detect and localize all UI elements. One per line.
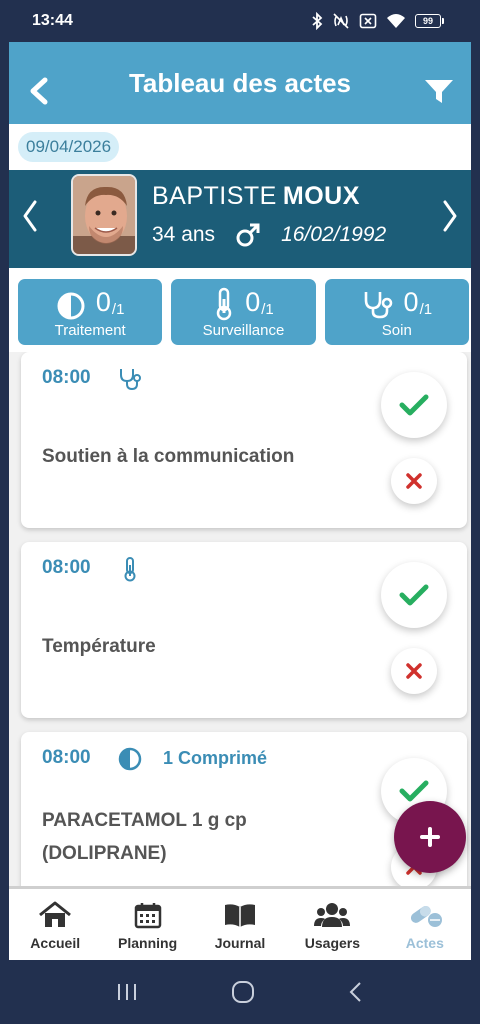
app-screen: 13:44 99 Tableau des actes 09/04/2026 BA… xyxy=(0,0,480,1024)
tile-soin[interactable]: 0/1 Soin xyxy=(324,279,469,345)
close-box-icon xyxy=(359,13,377,29)
frame-edge-left xyxy=(0,0,9,1024)
page-title: Tableau des actes xyxy=(128,67,352,98)
home-circle-icon[interactable] xyxy=(231,980,255,1004)
avatar xyxy=(71,174,137,256)
act-card[interactable]: 08:00 Soutien à la communication xyxy=(21,352,467,528)
users-icon xyxy=(314,903,351,927)
nav-usagers[interactable]: Usagers xyxy=(286,889,378,960)
book-icon xyxy=(225,904,256,927)
pills-icon xyxy=(410,905,442,927)
stethoscope-icon xyxy=(364,292,392,319)
tile-total: /1 xyxy=(419,301,433,318)
cancel-button[interactable] xyxy=(391,458,437,504)
tile-total: /1 xyxy=(111,301,125,318)
plus-icon xyxy=(420,827,440,847)
nav-label: Journal xyxy=(214,935,266,951)
vibrate-off-icon xyxy=(333,13,349,29)
check-icon xyxy=(399,780,429,802)
tile-count: 0 xyxy=(403,287,419,317)
previous-patient-button[interactable] xyxy=(17,196,43,236)
patient-last-name: MOUX xyxy=(282,182,360,210)
nav-accueil[interactable]: Accueil xyxy=(9,889,101,960)
male-icon xyxy=(236,223,260,247)
patient-info: 34 ans 16/02/1992 xyxy=(152,222,386,248)
act-label: PARACETAMOL 1 g cp (DOLIPRANE) xyxy=(42,804,247,870)
act-card[interactable]: 08:00 Température xyxy=(21,542,467,718)
bottom-nav: Accueil Planning Journal Usagers Actes xyxy=(9,886,471,960)
tile-count: 0 xyxy=(245,287,261,317)
bluetooth-icon xyxy=(312,12,323,30)
nav-label: Actes xyxy=(405,935,444,951)
patient-first-name: BAPTISTE xyxy=(152,182,277,210)
close-icon xyxy=(406,473,422,489)
half-circle-icon xyxy=(57,292,85,320)
battery-icon: 99 xyxy=(415,14,444,28)
tile-label: Surveillance xyxy=(202,322,285,339)
nav-journal[interactable]: Journal xyxy=(194,889,286,960)
check-icon xyxy=(399,584,429,606)
act-label: Température xyxy=(42,636,156,657)
nav-label: Planning xyxy=(118,935,178,951)
next-patient-button[interactable] xyxy=(437,196,463,236)
patient-banner: BAPTISTE MOUX 34 ans 16/02/1992 xyxy=(9,170,471,268)
home-icon xyxy=(39,901,72,927)
close-icon xyxy=(406,663,422,679)
status-time: 13:44 xyxy=(32,12,73,29)
nav-planning[interactable]: Planning xyxy=(101,889,193,960)
recent-apps-icon[interactable] xyxy=(116,982,138,1002)
act-quantity: 1 Comprimé xyxy=(163,748,268,768)
patient-name: BAPTISTE MOUX xyxy=(152,182,360,211)
chevron-left-icon xyxy=(30,77,48,105)
back-arrow-icon[interactable] xyxy=(348,981,364,1003)
tile-count: 0 xyxy=(95,287,111,317)
tile-traitement[interactable]: 0/1 Traitement xyxy=(18,279,163,345)
thermometer-icon xyxy=(124,557,136,582)
tile-total: /1 xyxy=(261,301,274,318)
patient-age: 34 ans xyxy=(152,223,216,246)
cancel-button[interactable] xyxy=(391,648,437,694)
battery-level: 99 xyxy=(415,14,441,28)
app-header: Tableau des actes xyxy=(9,42,471,124)
act-label: Soutien à la communication xyxy=(42,446,295,467)
filter-button[interactable] xyxy=(423,78,455,106)
system-nav-bar xyxy=(0,960,480,1024)
filter-icon xyxy=(425,80,453,103)
act-time: 08:00 xyxy=(42,747,91,768)
tile-surveillance[interactable]: 0/1 Surveillance xyxy=(171,279,316,345)
frame-edge-right xyxy=(471,0,480,1024)
validate-button[interactable] xyxy=(381,372,447,438)
tile-label: Traitement xyxy=(54,322,126,339)
act-label-line: (DOLIPRANE) xyxy=(42,843,167,864)
act-card[interactable]: 08:00 1 Comprimé PARACETAMOL 1 g cp (DOL… xyxy=(21,732,467,886)
act-label-line: PARACETAMOL 1 g cp xyxy=(42,810,247,831)
nav-actes[interactable]: Actes xyxy=(379,889,471,960)
status-icons: 99 xyxy=(311,12,444,30)
tile-label: Soin xyxy=(381,322,412,339)
acts-list[interactable]: 08:00 Soutien à la communication 08:00 T… xyxy=(9,352,471,886)
back-button[interactable] xyxy=(25,76,53,106)
nav-label: Accueil xyxy=(30,935,81,951)
patient-photo xyxy=(73,176,135,254)
add-button[interactable] xyxy=(394,801,466,873)
date-chip[interactable]: 09/04/2026 xyxy=(18,132,120,162)
calendar-icon xyxy=(134,903,161,929)
validate-button[interactable] xyxy=(381,562,447,628)
act-time: 08:00 xyxy=(42,557,91,578)
patient-dob: 16/02/1992 xyxy=(281,223,387,246)
stethoscope-icon xyxy=(120,369,141,391)
status-bar: 13:44 99 xyxy=(0,0,480,42)
check-icon xyxy=(399,394,429,416)
category-tiles: 0/1 Traitement 0/1 Surveillance 0/1 Soin xyxy=(18,279,469,345)
nav-label: Usagers xyxy=(304,935,361,951)
half-circle-icon xyxy=(118,747,142,771)
act-time: 08:00 xyxy=(42,367,91,388)
thermometer-icon xyxy=(216,287,232,321)
wifi-icon xyxy=(387,14,405,28)
